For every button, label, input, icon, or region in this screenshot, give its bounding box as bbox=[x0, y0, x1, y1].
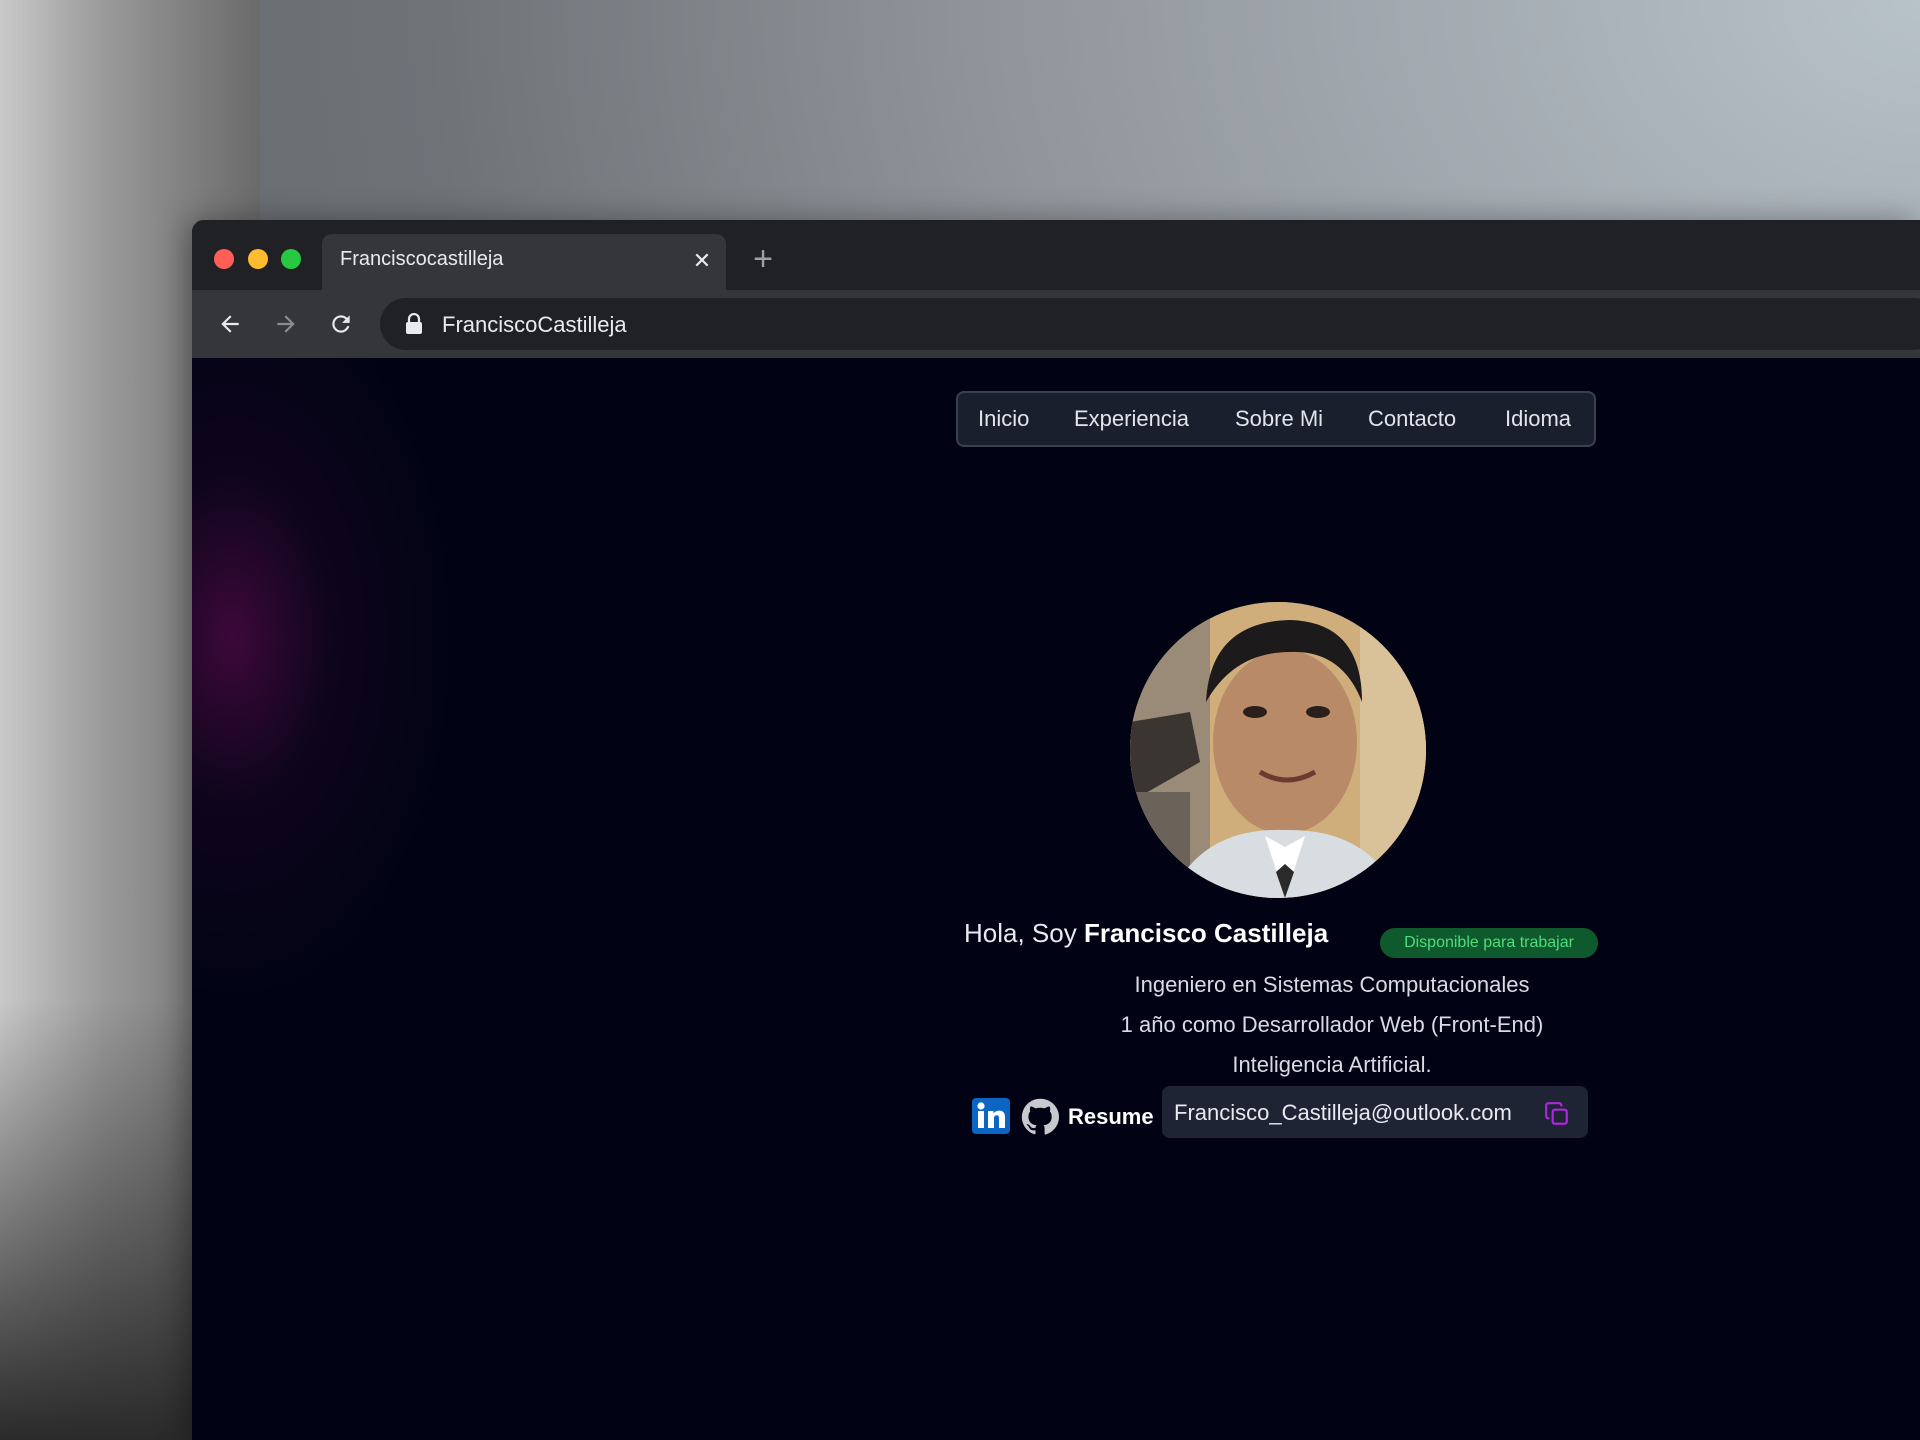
hero-name: Francisco Castilleja bbox=[1083, 918, 1329, 948]
nav-sobre-mi[interactable]: Sobre Mi bbox=[1235, 406, 1323, 432]
page-viewport: Inicio Experiencia Sobre Mi Contacto Idi… bbox=[192, 358, 1920, 1440]
resume-link[interactable]: Resume bbox=[1068, 1104, 1154, 1130]
close-window-button[interactable] bbox=[214, 249, 234, 269]
back-icon[interactable] bbox=[212, 306, 248, 342]
hero-greeting: Hola, Soy Francisco Castilleja bbox=[964, 918, 1328, 949]
hero-line-degree: Ingeniero en Sistemas Computacionales bbox=[1134, 972, 1530, 997]
nav-inicio[interactable]: Inicio bbox=[978, 406, 1029, 432]
new-tab-button[interactable]: + bbox=[748, 242, 778, 276]
reload-icon[interactable] bbox=[323, 306, 359, 342]
forward-icon[interactable] bbox=[268, 306, 304, 342]
minimize-window-button[interactable] bbox=[248, 249, 268, 269]
lock-icon bbox=[405, 312, 423, 335]
availability-badge: Disponible para trabajar bbox=[1380, 928, 1598, 958]
nav-idioma[interactable]: Idioma bbox=[1505, 406, 1571, 432]
email-address[interactable]: Francisco_Castilleja@outlook.com bbox=[1174, 1100, 1512, 1126]
nav-experiencia[interactable]: Experiencia bbox=[1074, 406, 1189, 432]
tab-title: Franciscocastilleja bbox=[340, 248, 504, 270]
url-text[interactable]: FranciscoCastilleja bbox=[442, 312, 627, 338]
maximize-window-button[interactable] bbox=[281, 249, 301, 269]
tab-close-icon[interactable]: ✕ bbox=[691, 250, 713, 272]
linkedin-icon[interactable] bbox=[972, 1098, 1010, 1134]
copy-icon[interactable] bbox=[1544, 1101, 1570, 1127]
hero-line-experience: 1 año como Desarrollador Web (Front-End) bbox=[1120, 1012, 1544, 1037]
hero-line-ai: Inteligencia Artificial. bbox=[1232, 1052, 1432, 1077]
greeting-text: Hola, Soy bbox=[964, 918, 1084, 948]
profile-photo bbox=[1130, 602, 1426, 898]
github-icon[interactable] bbox=[1021, 1098, 1059, 1136]
nav-contacto[interactable]: Contacto bbox=[1368, 406, 1456, 432]
browser-window: Franciscocastilleja ✕ + FranciscoCastill… bbox=[192, 220, 1920, 1440]
